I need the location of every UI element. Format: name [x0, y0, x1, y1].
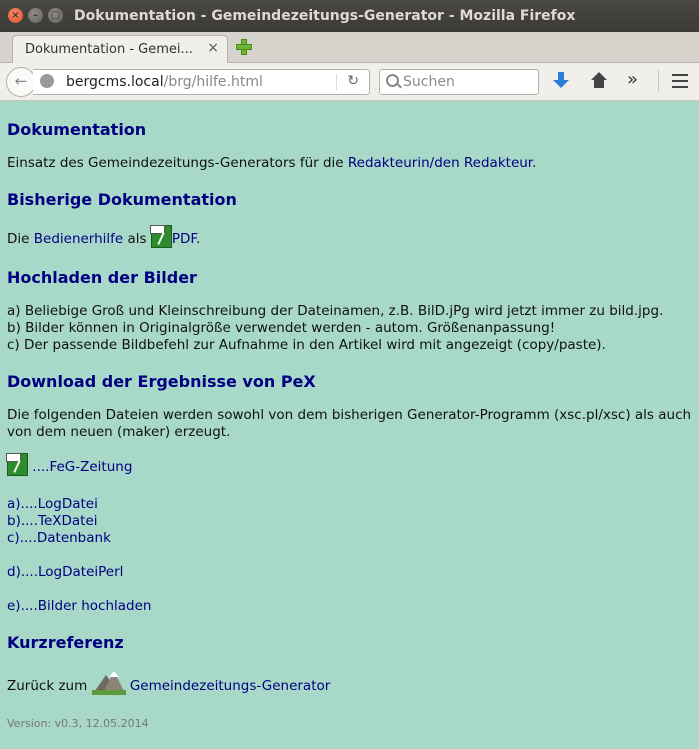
back-arrow-icon: ←	[14, 72, 28, 90]
back-to-generator-row: Zurück zum Gemeindezeitungs-Generator	[7, 669, 330, 695]
home-icon[interactable]	[590, 72, 608, 90]
mountain-logo-icon[interactable]	[91, 669, 126, 695]
reload-icon[interactable]: ↻	[347, 73, 359, 89]
url-path: /brg/hilfe.html	[163, 74, 263, 90]
heading-hochladen-der-bilder: Hochladen der Bilder	[7, 268, 197, 287]
bedienerhilfe-link[interactable]: Bedienerhilfe	[34, 231, 123, 247]
window-close-button[interactable]: ×	[8, 8, 23, 23]
prev-text-1: Die	[7, 231, 34, 247]
minimize-icon: –	[33, 10, 38, 21]
heading-kurzreferenz: Kurzreferenz	[7, 633, 124, 652]
prev-end: .	[196, 231, 201, 247]
feg-zeitung-row: ....FeG-Zeitung	[6, 453, 132, 476]
url-text[interactable]: bergcms.local/brg/hilfe.html	[66, 74, 263, 90]
texdatei-link[interactable]: b)....TeXDatei	[7, 513, 98, 529]
window-title: Dokumentation - Gemeindezeitungs-Generat…	[74, 8, 576, 24]
download-icon[interactable]	[553, 72, 569, 90]
datenbank-link[interactable]: c)....Datenbank	[7, 530, 111, 546]
heading-bisherige-dokumentation: Bisherige Dokumentation	[7, 190, 237, 209]
close-icon: ×	[11, 10, 20, 21]
download-text-line-1: Die folgenden Dateien werden sowohl von …	[7, 407, 692, 423]
navigation-bar: ← bergcms.local/brg/hilfe.html ↻ Suchen …	[0, 63, 699, 101]
back-text: Zurück zum	[7, 678, 92, 694]
upload-item-a: a) Beliebige Groß und Kleinschreibung de…	[7, 303, 664, 319]
bilder-hochladen-link[interactable]: e)....Bilder hochladen	[7, 598, 151, 614]
prev-text-2: als	[123, 231, 151, 247]
pdf-link[interactable]: PDF	[172, 231, 196, 247]
generator-link[interactable]: Gemeindezeitungs-Generator	[130, 678, 330, 694]
list-item: e)....Bilder hochladen	[7, 598, 151, 615]
maximize-icon: □	[50, 10, 61, 21]
tab-close-icon[interactable]: ×	[207, 40, 219, 56]
prev-doc-paragraph: Die Bedienerhilfe als PDF.	[7, 225, 200, 248]
toolbar-overflow-icon[interactable]: »	[627, 69, 638, 90]
heading-download-ergebnisse: Download der Ergebnisse von PeX	[7, 372, 316, 391]
intro-end: .	[532, 155, 537, 171]
pdf-icon[interactable]	[149, 225, 172, 248]
logdateiperl-link[interactable]: d)....LogDateiPerl	[7, 564, 123, 580]
search-field[interactable]: Suchen	[379, 69, 539, 95]
intro-paragraph: Einsatz des Gemeindezeitungs-Generators …	[7, 155, 536, 172]
list-item: a)....LogDatei	[7, 496, 98, 513]
tab-strip: Dokumentation - Gemei... ×	[0, 32, 699, 63]
toolbar-separator	[658, 70, 659, 92]
hamburger-menu-icon[interactable]	[672, 74, 688, 88]
url-separator	[336, 74, 337, 90]
list-item: b)....TeXDatei	[7, 513, 98, 530]
heading-dokumentation: Dokumentation	[7, 120, 147, 139]
logdatei-link[interactable]: a)....LogDatei	[7, 496, 98, 512]
back-button[interactable]: ←	[6, 67, 36, 97]
intro-text: Einsatz des Gemeindezeitungs-Generators …	[7, 155, 348, 171]
tab-title: Dokumentation - Gemei...	[25, 42, 193, 57]
list-item: d)....LogDateiPerl	[7, 564, 123, 581]
version-text: Version: v0.3, 12.05.2014	[7, 717, 149, 730]
tab-active[interactable]: Dokumentation - Gemei... ×	[12, 35, 228, 63]
upload-item-c: c) Der passende Bildbefehl zur Aufnahme …	[7, 337, 606, 353]
url-host: bergcms.local	[66, 74, 164, 90]
url-bar[interactable]: bergcms.local/brg/hilfe.html ↻	[33, 69, 370, 95]
editor-link[interactable]: Redakteurin/den Redakteur	[348, 155, 532, 171]
upload-item-b: b) Bilder können in Originalgröße verwen…	[7, 320, 556, 336]
download-text-line-2: von dem neuen (maker) erzeugt.	[7, 424, 231, 440]
list-item: c)....Datenbank	[7, 530, 111, 547]
title-bar: × – □ Dokumentation - Gemeindezeitungs-G…	[0, 0, 699, 32]
search-icon	[386, 74, 399, 87]
pdf-icon[interactable]	[6, 453, 28, 476]
site-info-icon[interactable]	[40, 74, 54, 88]
new-tab-icon[interactable]	[236, 39, 252, 55]
window-minimize-button[interactable]: –	[28, 8, 43, 23]
window-maximize-button[interactable]: □	[48, 8, 63, 23]
feg-zeitung-link[interactable]: ....FeG-Zeitung	[32, 459, 132, 475]
search-placeholder: Suchen	[403, 74, 455, 90]
